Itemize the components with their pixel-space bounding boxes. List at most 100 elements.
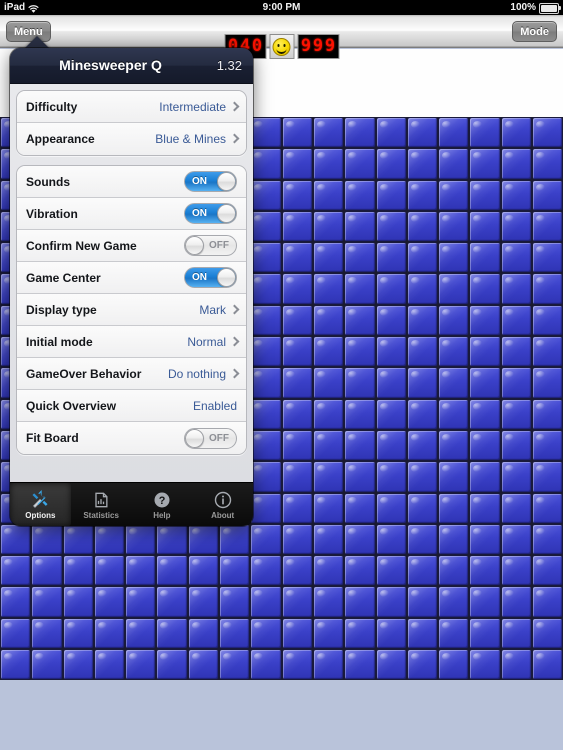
board-tile[interactable] — [500, 398, 533, 430]
board-tile[interactable] — [0, 523, 32, 556]
toggle-knob[interactable] — [217, 172, 236, 191]
board-tile[interactable] — [281, 398, 313, 430]
board-tile[interactable] — [438, 586, 470, 618]
board-tile[interactable] — [250, 461, 282, 493]
board-tile[interactable] — [532, 523, 563, 556]
board-tile[interactable] — [281, 179, 313, 211]
board-tile[interactable] — [469, 649, 501, 680]
board-tile[interactable] — [187, 617, 220, 650]
board-tile[interactable] — [31, 586, 63, 618]
board-tile[interactable] — [406, 523, 439, 556]
board-tile[interactable] — [469, 617, 501, 650]
board-tile[interactable] — [62, 555, 94, 587]
board-tile[interactable] — [406, 398, 439, 430]
board-tile[interactable] — [375, 555, 407, 587]
board-tile[interactable] — [344, 273, 376, 305]
tab-statistics[interactable]: Statistics — [71, 483, 132, 526]
board-tile[interactable] — [312, 617, 345, 650]
tab-about[interactable]: About — [192, 483, 253, 526]
board-tile[interactable] — [500, 336, 533, 368]
board-tile[interactable] — [312, 461, 345, 493]
board-tile[interactable] — [250, 273, 282, 305]
board-tile[interactable] — [532, 117, 563, 149]
board-tile[interactable] — [344, 179, 376, 211]
board-tile[interactable] — [250, 304, 282, 337]
board-tile[interactable] — [500, 242, 533, 274]
board-tile[interactable] — [281, 336, 313, 368]
board-tile[interactable] — [31, 555, 63, 587]
board-tile[interactable] — [375, 586, 407, 618]
board-tile[interactable] — [0, 649, 32, 680]
board-tile[interactable] — [187, 586, 220, 618]
board-tile[interactable] — [344, 523, 376, 556]
toggle-knob[interactable] — [217, 268, 236, 287]
board-tile[interactable] — [532, 242, 563, 274]
board-tile[interactable] — [469, 117, 501, 149]
board-tile[interactable] — [250, 367, 282, 399]
board-tile[interactable] — [281, 429, 313, 462]
board-tile[interactable] — [281, 210, 313, 243]
board-tile[interactable] — [532, 429, 563, 462]
board-tile[interactable] — [250, 429, 282, 462]
board-tile[interactable] — [532, 398, 563, 430]
board-tile[interactable] — [156, 586, 188, 618]
board-tile[interactable] — [438, 210, 470, 243]
board-tile[interactable] — [312, 492, 345, 524]
board-tile[interactable] — [156, 617, 188, 650]
row-vibration[interactable]: Vibration ON — [17, 198, 246, 230]
board-tile[interactable] — [375, 148, 407, 180]
board-tile[interactable] — [93, 617, 126, 650]
board-tile[interactable] — [344, 117, 376, 149]
board-tile[interactable] — [344, 649, 376, 680]
board-tile[interactable] — [344, 492, 376, 524]
board-tile[interactable] — [375, 398, 407, 430]
board-tile[interactable] — [93, 586, 126, 618]
board-tile[interactable] — [406, 586, 439, 618]
board-tile[interactable] — [438, 273, 470, 305]
board-tile[interactable] — [438, 179, 470, 211]
board-tile[interactable] — [438, 429, 470, 462]
board-tile[interactable] — [469, 179, 501, 211]
board-tile[interactable] — [532, 649, 563, 680]
board-tile[interactable] — [469, 523, 501, 556]
board-tile[interactable] — [344, 336, 376, 368]
board-tile[interactable] — [31, 649, 63, 680]
board-tile[interactable] — [438, 461, 470, 493]
board-tile[interactable] — [469, 555, 501, 587]
board-tile[interactable] — [344, 210, 376, 243]
board-tile[interactable] — [500, 117, 533, 149]
board-tile[interactable] — [344, 586, 376, 618]
board-tile[interactable] — [500, 523, 533, 556]
board-tile[interactable] — [281, 617, 313, 650]
board-tile[interactable] — [62, 586, 94, 618]
board-tile[interactable] — [438, 523, 470, 556]
board-tile[interactable] — [344, 461, 376, 493]
board-tile[interactable] — [406, 617, 439, 650]
board-tile[interactable] — [312, 367, 345, 399]
board-tile[interactable] — [438, 617, 470, 650]
board-tile[interactable] — [281, 555, 313, 587]
board-tile[interactable] — [469, 492, 501, 524]
new-game-face-button[interactable] — [269, 34, 294, 59]
board-tile[interactable] — [312, 398, 345, 430]
board-tile[interactable] — [250, 242, 282, 274]
board-tile[interactable] — [406, 492, 439, 524]
board-tile[interactable] — [375, 492, 407, 524]
board-tile[interactable] — [344, 367, 376, 399]
board-tile[interactable] — [406, 273, 439, 305]
row-game-center[interactable]: Game Center ON — [17, 262, 246, 294]
board-tile[interactable] — [375, 210, 407, 243]
board-tile[interactable] — [281, 148, 313, 180]
board-tile[interactable] — [406, 555, 439, 587]
board-tile[interactable] — [281, 117, 313, 149]
board-tile[interactable] — [500, 273, 533, 305]
board-tile[interactable] — [438, 148, 470, 180]
board-tile[interactable] — [500, 617, 533, 650]
board-tile[interactable] — [406, 242, 439, 274]
board-tile[interactable] — [219, 649, 251, 680]
board-tile[interactable] — [250, 117, 282, 149]
row-gameover-behavior[interactable]: GameOver Behavior Do nothing — [17, 358, 246, 390]
board-tile[interactable] — [532, 304, 563, 337]
board-tile[interactable] — [406, 148, 439, 180]
board-tile[interactable] — [250, 148, 282, 180]
